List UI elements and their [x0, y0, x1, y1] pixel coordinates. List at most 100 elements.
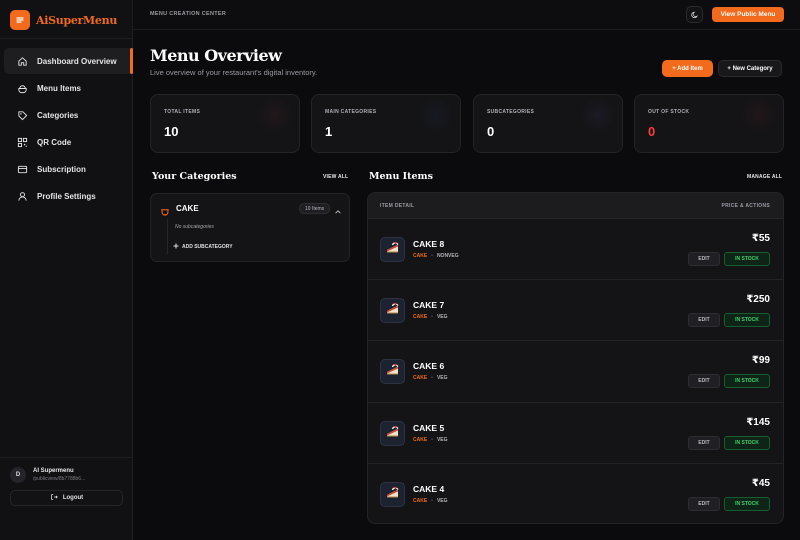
new-category-button[interactable]: + New Category [718, 60, 782, 77]
category-card-cake[interactable]: CAKE 10 Items No subcategories ADD SUBCA… [150, 193, 350, 262]
stat-glow [741, 97, 777, 133]
item-name: CAKE 7 [413, 300, 445, 311]
item-category: CAKE [413, 253, 428, 259]
edit-button[interactable]: EDIT [688, 435, 720, 450]
table-header: ITEM DETAIL PRICE & ACTIONS [368, 193, 783, 219]
item-name: CAKE 6 [413, 361, 445, 372]
moon-icon [690, 6, 699, 24]
logout-label: Logout [62, 495, 84, 501]
item-diet-type: VEG [436, 375, 448, 382]
no-subcategories-text: No subcategories [175, 224, 214, 230]
item-price: ₹99 [751, 355, 770, 367]
stat-value: 0 [487, 124, 495, 139]
card-icon [17, 164, 28, 175]
view-all-link[interactable]: VIEW ALL [323, 174, 348, 180]
item-diet-type: VEG [436, 314, 448, 321]
item-count-badge: 10 Items [299, 203, 331, 214]
qr-icon [17, 137, 28, 148]
item-thumbnail [380, 420, 405, 446]
sidebar-item-menu-items[interactable]: Menu Items [4, 75, 133, 101]
bowl-icon [160, 203, 170, 221]
divider [0, 38, 133, 39]
sidebar-item-label: Menu Items [37, 83, 82, 93]
page-title: Menu Overview [150, 46, 282, 65]
sidebar-item-profile-settings[interactable]: Profile Settings [4, 183, 133, 209]
table-body: CAKE 8 CAKE • NONVEG ₹55 EDIT IN STOCK C… [368, 219, 783, 523]
logout-icon [50, 493, 58, 503]
table-row[interactable]: CAKE 8 CAKE • NONVEG ₹55 EDIT IN STOCK [368, 219, 783, 281]
sidebar-item-label: QR Code [37, 137, 72, 147]
user-name: AI Supermenu [33, 468, 74, 474]
item-thumbnail [380, 481, 405, 507]
sidebar-item-label: Categories [37, 110, 79, 120]
item-diet-type: VEG [436, 497, 448, 504]
item-meta: CAKE • NONVEG [413, 253, 459, 259]
sidebar-item-subscription[interactable]: Subscription [4, 156, 133, 182]
column-header-item-detail: ITEM DETAIL [380, 203, 415, 209]
cake-slice-icon [385, 361, 401, 382]
item-thumbnail [380, 359, 405, 385]
item-price: ₹145 [746, 416, 770, 428]
item-diet-type: NONVEG [436, 253, 459, 259]
table-row[interactable]: CAKE 7 CAKE • VEG ₹250 EDIT IN STOCK [368, 280, 783, 342]
sidebar-item-dashboard[interactable]: Dashboard Overview [4, 48, 133, 74]
avatar: D [10, 467, 26, 483]
stat-card-out-of-stock: OUT OF STOCK 0 [634, 94, 784, 153]
manage-all-link[interactable]: MANAGE ALL [747, 174, 782, 180]
edit-button[interactable]: EDIT [688, 374, 720, 389]
stock-status-toggle[interactable]: IN STOCK [724, 313, 770, 328]
stat-label: OUT OF STOCK [648, 109, 690, 115]
category-name: CAKE [176, 204, 199, 213]
add-subcategory-label: ADD SUBCATEGORY [182, 244, 233, 250]
stat-glow [580, 97, 616, 133]
table-row[interactable]: CAKE 6 CAKE • VEG ₹99 EDIT IN STOCK [368, 341, 783, 403]
cake-slice-icon [385, 484, 401, 505]
stock-status-toggle[interactable]: IN STOCK [724, 374, 770, 389]
stat-label: TOTAL ITEMS [164, 109, 201, 115]
cake-slice-icon [385, 423, 401, 444]
item-diet-type: VEG [436, 436, 448, 443]
table-row[interactable]: CAKE 4 CAKE • VEG ₹45 EDIT IN STOCK [368, 464, 783, 523]
stat-label: SUBCATEGORIES [487, 109, 535, 115]
item-category: CAKE [413, 375, 428, 382]
sidebar-item-categories[interactable]: Categories [4, 102, 133, 128]
app-name: AiSuperMenu [36, 13, 118, 27]
bowl-icon [17, 83, 28, 94]
chevron-up-icon[interactable] [334, 203, 342, 221]
separator-dot: • [431, 497, 433, 504]
sidebar-nav: Dashboard Overview Menu Items Categories… [4, 48, 133, 210]
add-item-button[interactable]: + Add Item [662, 60, 713, 77]
categories-section-title: Your Categories [152, 171, 237, 182]
sidebar-item-label: Profile Settings [37, 191, 96, 201]
edit-button[interactable]: EDIT [688, 313, 720, 328]
menu-items-section-title: Menu Items [369, 171, 433, 182]
stat-card-total-items: TOTAL ITEMS 10 [150, 94, 300, 153]
separator-dot: • [431, 436, 433, 443]
table-row[interactable]: CAKE 5 CAKE • VEG ₹145 EDIT IN STOCK [368, 403, 783, 464]
add-subcategory-button[interactable]: ADD SUBCATEGORY [173, 243, 233, 251]
tag-icon [17, 110, 28, 121]
menu-items-table: ITEM DETAIL PRICE & ACTIONS CAKE 8 CAKE … [367, 192, 784, 524]
edit-button[interactable]: EDIT [688, 252, 720, 266]
app-logo[interactable]: AiSuperMenu [10, 10, 117, 30]
item-meta: CAKE • VEG [413, 314, 448, 320]
item-meta: CAKE • VEG [413, 375, 448, 381]
item-category: CAKE [413, 314, 428, 321]
cake-slice-icon [385, 239, 401, 260]
stock-status-toggle[interactable]: IN STOCK [724, 435, 770, 450]
edit-button[interactable]: EDIT [688, 496, 720, 511]
view-public-menu-button[interactable]: View Public Menu [712, 7, 784, 22]
user-profile[interactable]: D AI Supermenu /publicview/8b7788b6... [10, 467, 85, 483]
user-icon [17, 191, 28, 202]
stock-status-toggle[interactable]: IN STOCK [724, 252, 770, 266]
item-thumbnail [380, 298, 405, 324]
theme-toggle-button[interactable] [686, 6, 703, 23]
item-name: CAKE 5 [413, 422, 445, 433]
stock-status-toggle[interactable]: IN STOCK [724, 496, 770, 511]
sidebar-item-qr-code[interactable]: QR Code [4, 129, 133, 155]
item-name: CAKE 8 [413, 239, 445, 249]
logout-button[interactable]: Logout [10, 490, 123, 506]
stat-value: 1 [325, 124, 333, 139]
stat-value: 0 [648, 124, 656, 139]
sidebar-item-label: Subscription [37, 164, 86, 174]
